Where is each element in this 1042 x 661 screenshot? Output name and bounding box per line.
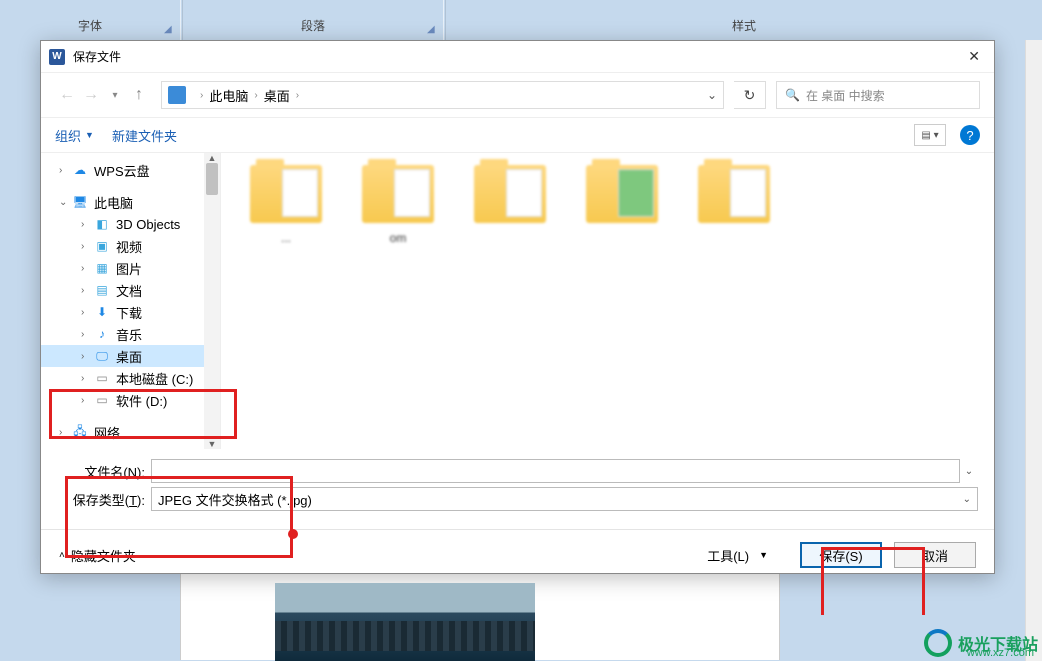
refresh-button[interactable]: ↻	[734, 81, 766, 109]
cancel-button[interactable]: 取消	[894, 542, 976, 568]
back-button[interactable]: ←	[55, 86, 79, 104]
video-icon: ▣	[93, 238, 111, 254]
address-row: ← → ▾ ↑ › 此电脑 › 桌面 › ⌄ ↻ 🔍 在 桌面 中搜索	[41, 73, 994, 117]
desktop-icon: 🖵	[93, 348, 111, 364]
word-icon: W	[49, 49, 65, 65]
ribbon-group-font: 字体 ◢	[0, 0, 180, 40]
hide-folders-label: 隐藏文件夹	[71, 546, 136, 565]
tree-documents[interactable]: ›▤文档	[41, 279, 220, 301]
font-launcher-icon[interactable]: ◢	[164, 24, 174, 34]
tree-this-pc[interactable]: ⌄🖥此电脑	[41, 191, 220, 213]
tree-d-drive[interactable]: ›▭软件 (D:)	[41, 389, 220, 411]
breadcrumb-dropdown-icon[interactable]: ⌄	[707, 88, 717, 102]
hide-folders-toggle[interactable]: ˄ 隐藏文件夹	[59, 546, 136, 565]
help-button[interactable]: ?	[960, 125, 980, 145]
folder-item[interactable]	[465, 165, 555, 259]
document-scrollbar[interactable]	[1025, 40, 1042, 661]
close-button[interactable]: ✕	[946, 48, 986, 65]
search-input[interactable]: 🔍 在 桌面 中搜索	[776, 81, 980, 109]
cube-icon: ◧	[93, 216, 111, 232]
tree-pictures[interactable]: ›▦图片	[41, 257, 220, 279]
search-placeholder: 在 桌面 中搜索	[806, 87, 885, 104]
recent-dropdown-icon[interactable]: ▾	[103, 90, 127, 101]
breadcrumb-pc[interactable]: 此电脑	[209, 86, 248, 105]
view-options-button[interactable]: ▤ ▾	[914, 124, 946, 146]
chevron-up-icon: ˄	[59, 550, 65, 561]
tree-c-drive[interactable]: ›▭本地磁盘 (C:)	[41, 367, 220, 389]
up-button[interactable]: ↑	[127, 86, 151, 104]
save-file-dialog: W 保存文件 ✕ ← → ▾ ↑ › 此电脑 › 桌面 › ⌄ ↻ 🔍 在 桌面…	[40, 40, 995, 574]
network-icon: 🖧	[71, 424, 89, 440]
organize-label: 组织	[55, 126, 81, 145]
tools-menu[interactable]: 工具(L) ▼	[707, 546, 768, 565]
drive-icon: ▭	[93, 392, 111, 408]
music-icon: ♪	[93, 326, 111, 342]
dialog-title: 保存文件	[73, 48, 946, 65]
folder-item[interactable]	[577, 165, 667, 259]
ribbon: 字体 ◢ 段落 ◢ 样式	[0, 0, 1042, 40]
document-icon: ▤	[93, 282, 111, 298]
save-button[interactable]: 保存(S)	[800, 542, 882, 568]
scroll-down-icon[interactable]: ▼	[204, 439, 220, 449]
download-icon: ⬇	[93, 304, 111, 320]
filename-input[interactable]	[151, 459, 960, 483]
tree-downloads[interactable]: ›⬇下载	[41, 301, 220, 323]
pc-icon: 🖥	[71, 194, 89, 210]
tree-scrollbar[interactable]: ▲ ▼	[204, 153, 220, 449]
drive-icon: ▭	[93, 370, 111, 386]
paragraph-launcher-icon[interactable]: ◢	[427, 24, 437, 34]
new-folder-button[interactable]: 新建文件夹	[112, 126, 177, 145]
filename-label: 文件名(N):	[61, 462, 145, 481]
chevron-down-icon: ⌄	[963, 494, 971, 505]
tree-3d-objects[interactable]: ›◧3D Objects	[41, 213, 220, 235]
breadcrumb[interactable]: › 此电脑 › 桌面 › ⌄	[161, 81, 724, 109]
cloud-icon: ☁	[71, 162, 89, 178]
dialog-body: ›☁WPS云盘 ⌄🖥此电脑 ›◧3D Objects ›▣视频 ›▦图片 ›▤文…	[41, 153, 994, 449]
search-icon: 🔍	[785, 88, 800, 102]
logo-icon	[924, 629, 952, 657]
save-fields: 文件名(N): ⌄ 保存类型(T): JPEG 文件交换格式 (*.jpg) ⌄	[41, 449, 994, 521]
tools-label: 工具(L)	[707, 546, 749, 565]
chevron-right-icon: ›	[296, 90, 299, 101]
breadcrumb-desktop[interactable]: 桌面	[264, 86, 290, 105]
tree-videos[interactable]: ›▣视频	[41, 235, 220, 257]
watermark-url: www.xz7.com	[967, 647, 1034, 659]
organize-menu[interactable]: 组织 ▼	[55, 126, 94, 145]
ribbon-group-style: 样式	[446, 0, 1042, 40]
ribbon-style-label: 样式	[732, 17, 756, 34]
filetype-value: JPEG 文件交换格式 (*.jpg)	[158, 490, 312, 509]
chevron-right-icon: ›	[254, 90, 257, 101]
scroll-thumb[interactable]	[206, 163, 218, 195]
chevron-down-icon: ▼	[85, 130, 94, 140]
ribbon-para-label: 段落	[301, 17, 325, 34]
dialog-titlebar: W 保存文件 ✕	[41, 41, 994, 73]
filetype-label: 保存类型(T):	[61, 490, 145, 509]
forward-button[interactable]: →	[79, 86, 103, 104]
toolbar-row: 组织 ▼ 新建文件夹 ▤ ▾ ?	[41, 117, 994, 153]
folder-tree: ›☁WPS云盘 ⌄🖥此电脑 ›◧3D Objects ›▣视频 ›▦图片 ›▤文…	[41, 153, 221, 449]
document-image	[275, 583, 535, 661]
folder-item[interactable]: om	[353, 165, 443, 259]
scroll-up-icon[interactable]: ▲	[204, 153, 220, 163]
folder-item[interactable]	[689, 165, 779, 259]
ribbon-group-paragraph: 段落 ◢	[183, 0, 443, 40]
chevron-right-icon: ›	[200, 90, 203, 101]
filetype-select[interactable]: JPEG 文件交换格式 (*.jpg) ⌄	[151, 487, 978, 511]
pc-icon	[168, 86, 186, 104]
tree-wps-cloud[interactable]: ›☁WPS云盘	[41, 159, 220, 181]
ribbon-font-label: 字体	[78, 17, 102, 34]
tree-network[interactable]: ›🖧网络	[41, 421, 220, 443]
dialog-footer: ˄ 隐藏文件夹 工具(L) ▼ 保存(S) 取消	[41, 530, 994, 580]
picture-icon: ▦	[93, 260, 111, 276]
tree-desktop[interactable]: ›🖵桌面	[41, 345, 220, 367]
folder-item[interactable]: ...	[241, 165, 331, 259]
filename-dropdown-icon[interactable]: ⌄	[960, 466, 978, 477]
chevron-down-icon: ▼	[759, 550, 768, 560]
tree-music[interactable]: ›♪音乐	[41, 323, 220, 345]
file-list[interactable]: ... om	[221, 153, 994, 449]
